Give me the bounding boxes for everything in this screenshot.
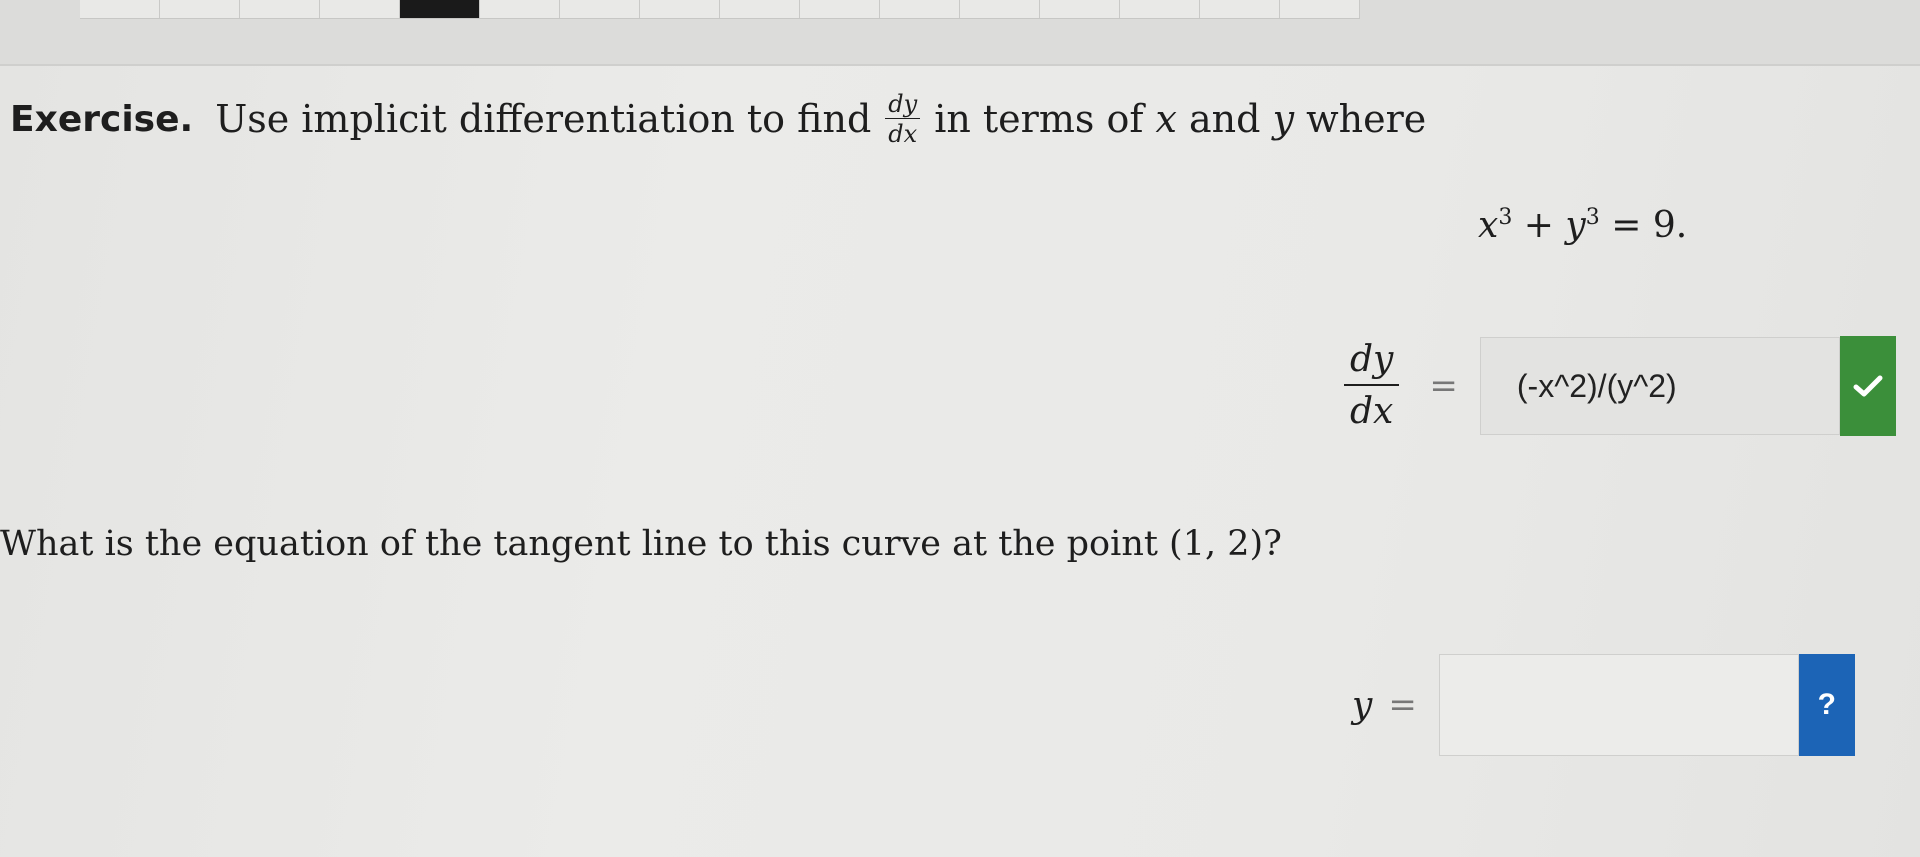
toolbar-cell[interactable]	[640, 0, 720, 18]
toolbar-cell[interactable]	[160, 0, 240, 18]
exercise-text: Use implicit differentiation to find	[215, 97, 872, 141]
eq-plus: +	[1523, 205, 1554, 246]
derivative-fraction-inline: dy dx	[885, 92, 921, 148]
equals-sign: =	[1388, 685, 1417, 725]
toolbar-cell[interactable]	[1200, 0, 1280, 18]
exercise-text-middle: in terms of	[934, 97, 1144, 141]
fraction-denominator: dx	[1350, 391, 1394, 432]
eq-equals: =	[1611, 205, 1642, 246]
fraction-denominator: dx	[888, 120, 918, 148]
toolbar-cell[interactable]	[800, 0, 880, 18]
variable-x: x	[1155, 97, 1177, 141]
equals-sign: =	[1429, 366, 1458, 406]
toolbar-cell[interactable]	[960, 0, 1040, 18]
variable-y: y	[1272, 97, 1295, 141]
exercise-and: and	[1189, 97, 1261, 141]
toolbar-cell[interactable]	[1120, 0, 1200, 18]
toolbar-cell[interactable]	[240, 0, 320, 18]
derivative-fraction: dy dx	[1344, 342, 1400, 432]
toolbar-cell[interactable]	[320, 0, 400, 18]
toolbar-cell[interactable]	[880, 0, 960, 18]
exercise-label: Exercise.	[10, 98, 194, 140]
toolbar-cell[interactable]	[1280, 0, 1360, 18]
toolbar-cell[interactable]	[80, 0, 160, 18]
exercise-statement: Exercise. Use implicit differentiation t…	[10, 92, 1426, 146]
fraction-numerator: dy	[1344, 342, 1400, 386]
toolbar-cell-active[interactable]	[400, 0, 480, 18]
tangent-answer-row: y = ?	[1352, 654, 1855, 756]
derivative-answer-field[interactable]: (-x^2)/(y^2)	[1479, 337, 1840, 435]
eq-x: x	[1478, 205, 1499, 246]
checkmark-icon	[1853, 375, 1883, 397]
tangent-question: What is the equation of the tangent line…	[0, 524, 1282, 564]
toolbar-cell[interactable]	[1040, 0, 1120, 18]
help-button[interactable]: ?	[1798, 654, 1855, 756]
fraction-numerator: dy	[885, 92, 921, 119]
toolbar-cell[interactable]	[720, 0, 800, 18]
toolbar-cell[interactable]	[560, 0, 640, 18]
toolbar-cell[interactable]	[480, 0, 560, 18]
curve-equation: x3 + y3 = 9.	[1478, 205, 1687, 246]
top-toolbar	[0, 0, 1920, 66]
tangent-line-input[interactable]	[1438, 654, 1799, 756]
eq-exponent: 3	[1498, 205, 1513, 230]
exercise-text-end: where	[1306, 97, 1427, 141]
eq-y: y	[1565, 205, 1586, 246]
top-toolbar-cells	[80, 0, 1360, 19]
page: Exercise. Use implicit differentiation t…	[0, 0, 1920, 857]
derivative-answer-row: dy dx = (-x^2)/(y^2)	[1330, 336, 1896, 436]
eq-rhs: 9.	[1652, 205, 1688, 246]
tangent-y-label: y	[1352, 684, 1373, 726]
correct-status-button[interactable]	[1839, 336, 1896, 436]
eq-exponent: 3	[1585, 205, 1600, 230]
